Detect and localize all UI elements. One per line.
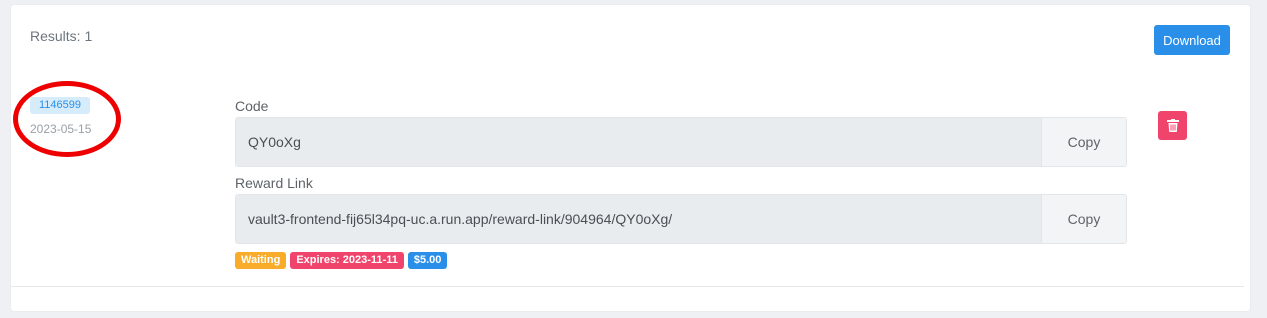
delete-button[interactable] — [1158, 111, 1187, 140]
download-button[interactable]: Download — [1154, 25, 1230, 55]
code-field: QY0oXg Copy — [235, 117, 1127, 167]
reward-link-label: Reward Link — [235, 175, 313, 191]
results-card: Results: 1 Download 1146599 2023-05-15 C… — [11, 5, 1250, 311]
row-divider — [11, 286, 1244, 287]
reward-link-field: vault3-frontend-fij65l34pq-uc.a.run.app/… — [235, 194, 1127, 244]
trash-icon — [1166, 119, 1179, 132]
annotation-circle — [13, 81, 121, 157]
reward-link-value[interactable]: vault3-frontend-fij65l34pq-uc.a.run.app/… — [236, 195, 1041, 243]
results-count: Results: 1 — [30, 28, 93, 44]
expiry-badge: Expires: 2023-11-11 — [290, 252, 404, 269]
status-tags: Waiting Expires: 2023-11-11 $5.00 — [235, 252, 448, 269]
code-value[interactable]: QY0oXg — [236, 118, 1041, 166]
amount-badge: $5.00 — [407, 252, 448, 269]
code-label: Code — [235, 98, 269, 114]
status-badge: Waiting — [235, 252, 287, 269]
copy-link-button[interactable]: Copy — [1041, 195, 1126, 243]
copy-code-button[interactable]: Copy — [1041, 118, 1126, 166]
